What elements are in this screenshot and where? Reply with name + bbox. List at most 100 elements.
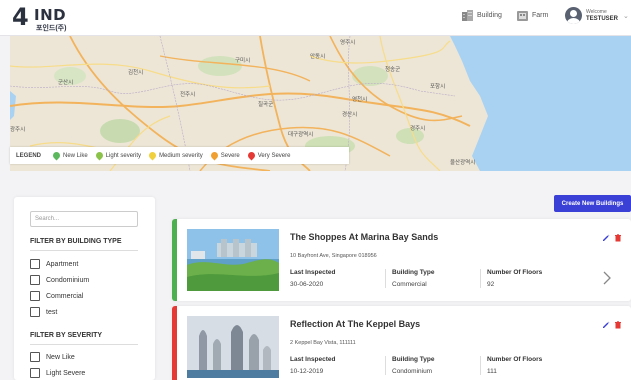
map-label: 칠곡군 xyxy=(258,100,273,108)
checkbox-label: Light Severe xyxy=(46,369,86,377)
last-inspected-label: Last Inspected xyxy=(290,269,336,276)
search-input[interactable]: Search... xyxy=(30,211,138,227)
create-new-buildings-button[interactable]: Create New Buildings xyxy=(554,195,631,212)
map-label: 광주시 xyxy=(10,126,25,133)
avatar xyxy=(565,7,582,24)
floors-label: Number Of Floors xyxy=(487,269,543,276)
map-label: 군산시 xyxy=(58,78,73,86)
checkbox-label: test xyxy=(46,308,58,316)
building-name[interactable]: Reflection At The Keppel Bays xyxy=(290,319,420,329)
legend-item-very-severe: Very Severe xyxy=(246,150,291,161)
floors-label: Number Of Floors xyxy=(487,356,543,363)
building-type-value: Condominium xyxy=(392,368,433,375)
company-logo[interactable]: 4 IND 포인드(주) xyxy=(12,4,82,32)
farm-icon xyxy=(517,11,528,21)
checkbox-label: Commercial xyxy=(46,292,84,300)
checkbox[interactable] xyxy=(30,259,40,269)
floors-value: 111 xyxy=(487,368,497,375)
username: TESTUSER xyxy=(586,15,619,22)
map-label: 경산시 xyxy=(342,110,357,118)
legend-label: Very Severe xyxy=(257,152,291,159)
severity-indicator xyxy=(172,219,177,301)
building-icon xyxy=(462,10,473,21)
checkbox[interactable] xyxy=(30,368,40,378)
checkbox-label: Condominium xyxy=(46,276,90,284)
map-label: 포항시 xyxy=(430,82,445,90)
divider xyxy=(30,250,138,251)
checkbox[interactable] xyxy=(30,352,40,362)
map-pin-icon xyxy=(209,150,220,161)
building-type-label: Building Type xyxy=(392,269,435,276)
building-type-value: Commercial xyxy=(392,281,427,288)
filter-building-type-title: FILTER BY BUILDING TYPE xyxy=(30,238,122,245)
legend-label: Medium severity xyxy=(159,152,203,159)
building-photo xyxy=(187,229,279,291)
legend-label: Severe xyxy=(220,152,240,159)
welcome-text: Welcome xyxy=(586,8,607,15)
nav-building[interactable]: Building xyxy=(461,9,502,22)
map-pin-icon xyxy=(147,150,158,161)
filter-type-apartment[interactable]: Apartment xyxy=(30,259,78,269)
last-inspected-label: Last Inspected xyxy=(290,356,336,363)
building-name[interactable]: The Shoppes At Marina Bay Sands xyxy=(290,232,438,242)
map-label: 영주시 xyxy=(340,38,355,46)
map-label: 구미시 xyxy=(235,56,250,64)
divider xyxy=(30,344,138,345)
checkbox-label: New Like xyxy=(46,353,75,361)
map-label: 울산광역시 xyxy=(450,158,475,166)
map-pin-icon xyxy=(51,150,62,161)
legend-label: Light severity xyxy=(105,152,142,159)
building-card[interactable]: The Shoppes At Marina Bay Sands 10 Bayfr… xyxy=(172,219,631,301)
nav-farm[interactable]: Farm xyxy=(516,9,548,22)
delete-icon[interactable] xyxy=(614,321,622,329)
map-label: 전주시 xyxy=(180,90,195,98)
map-label: 영천시 xyxy=(352,95,367,103)
legend-title: LEGEND xyxy=(16,152,42,159)
filter-type-commercial[interactable]: Commercial xyxy=(30,291,83,301)
building-type-label: Building Type xyxy=(392,356,435,363)
legend-item-new-like: New Like xyxy=(51,150,88,161)
edit-icon[interactable] xyxy=(602,321,610,329)
last-inspected-value: 10-12-2019 xyxy=(290,368,324,375)
delete-icon[interactable] xyxy=(614,234,622,242)
building-card[interactable]: Reflection At The Keppel Bays 2 Keppel B… xyxy=(172,306,631,380)
chevron-right-icon[interactable] xyxy=(602,271,612,285)
floors-value: 92 xyxy=(487,281,495,288)
edit-icon[interactable] xyxy=(602,234,610,242)
logo-digit: 4 xyxy=(12,3,29,31)
legend-item-medium: Medium severity xyxy=(147,150,203,161)
legend-item-severe: Severe xyxy=(209,150,240,161)
filter-type-condominium[interactable]: Condominium xyxy=(30,275,89,285)
map-label: 청송군 xyxy=(385,65,400,73)
map-pin-icon xyxy=(94,150,105,161)
filter-sidebar: Search... FILTER BY BUILDING TYPE Apartm… xyxy=(14,197,155,380)
logo-text: IND xyxy=(34,6,67,24)
nav-farm-label: Farm xyxy=(532,12,549,19)
checkbox[interactable] xyxy=(30,307,40,317)
nav-building-label: Building xyxy=(477,12,502,19)
user-menu[interactable]: Welcome TESTUSER xyxy=(565,7,618,24)
filter-severity-light[interactable]: Light Severe xyxy=(30,368,85,378)
severity-indicator xyxy=(172,306,177,380)
checkbox[interactable] xyxy=(30,291,40,301)
filter-severity-new-like[interactable]: New Like xyxy=(30,352,75,362)
map-label: 김천시 xyxy=(128,68,143,76)
last-inspected-value: 30-06-2020 xyxy=(290,281,324,288)
logo-subtext: 포인드(주) xyxy=(36,25,67,32)
legend-label: New Like xyxy=(63,152,88,159)
legend-item-light: Light severity xyxy=(94,150,142,161)
map-pin-icon xyxy=(246,150,257,161)
filter-type-test[interactable]: test xyxy=(30,307,57,317)
checkbox-label: Apartment xyxy=(46,260,79,268)
map-label: 대구광역시 xyxy=(288,130,313,138)
map-label: 경주시 xyxy=(410,125,425,132)
checkbox[interactable] xyxy=(30,275,40,285)
map-legend: LEGEND New Like Light severity Medium se… xyxy=(10,147,349,164)
chevron-down-icon[interactable]: ⌄ xyxy=(623,12,629,20)
building-photo xyxy=(187,316,279,378)
top-header: 4 IND 포인드(주) Building Farm Welcome TESTU… xyxy=(0,0,631,36)
filter-severity-title: FILTER BY SEVERITY xyxy=(30,332,103,339)
building-address: 10 Bayfront Ave, Singapore 018956 xyxy=(290,253,377,259)
building-address: 2 Keppel Bay Vista, 111111 xyxy=(290,340,356,346)
map-label: 안동시 xyxy=(310,53,325,60)
